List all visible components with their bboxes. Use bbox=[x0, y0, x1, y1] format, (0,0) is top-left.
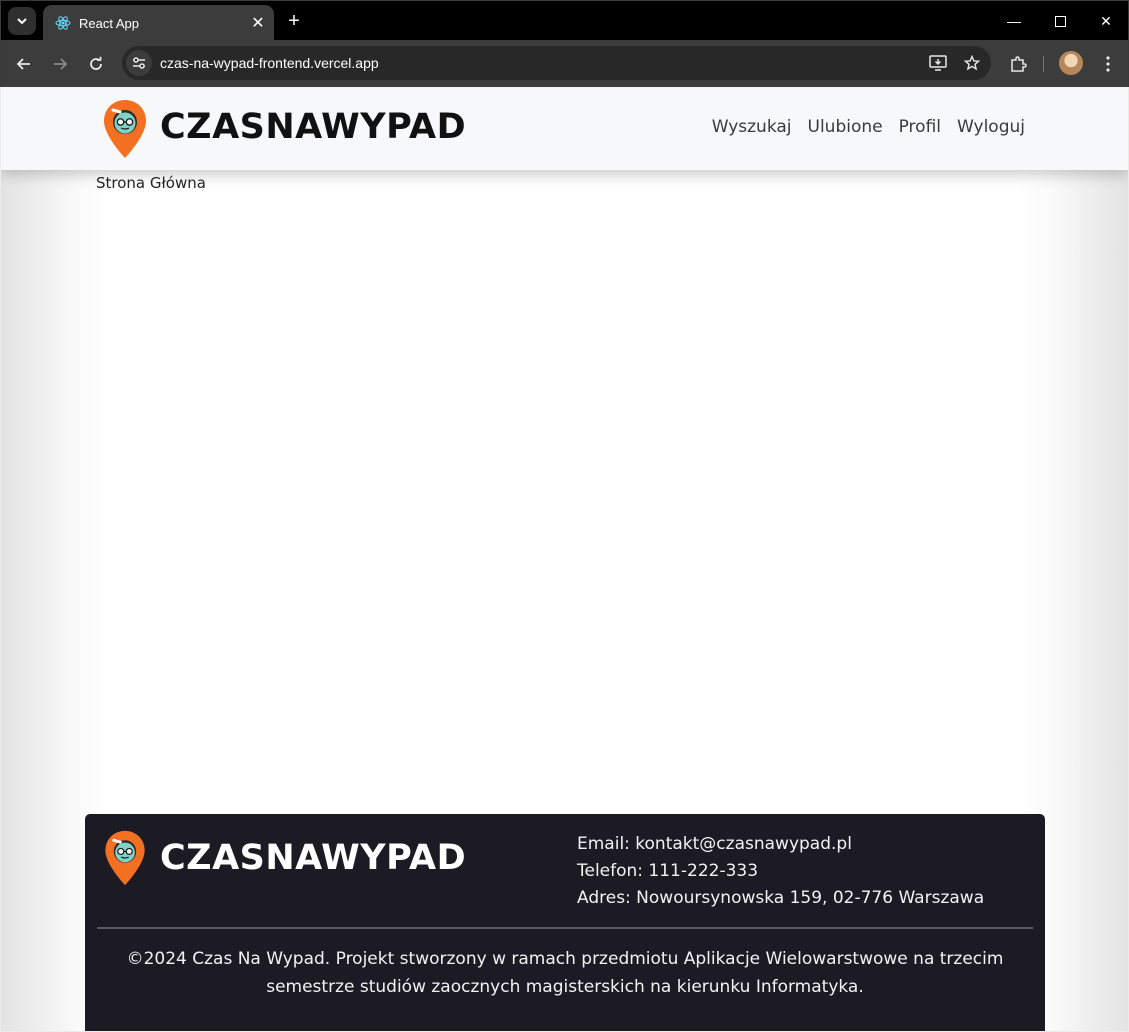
react-icon bbox=[55, 16, 71, 30]
install-icon bbox=[929, 55, 947, 71]
tab-search-button[interactable] bbox=[8, 7, 36, 35]
nav-link-profile[interactable]: Profil bbox=[899, 115, 941, 139]
back-button[interactable] bbox=[10, 50, 38, 78]
reload-button[interactable] bbox=[82, 50, 110, 78]
nav-link-search[interactable]: Wyszukaj bbox=[712, 115, 792, 139]
brand-name[interactable]: CZASNAWYPAD bbox=[160, 105, 466, 149]
minimize-button[interactable]: — bbox=[991, 1, 1037, 41]
chevron-down-icon bbox=[17, 18, 27, 25]
nav-link-logout[interactable]: Wyloguj bbox=[957, 115, 1025, 139]
bookmark-button[interactable] bbox=[957, 48, 987, 78]
site-info-button[interactable] bbox=[126, 50, 152, 76]
star-icon bbox=[964, 55, 980, 71]
tab-close-icon[interactable]: ✕ bbox=[246, 13, 270, 33]
url-text: czas-na-wypad-frontend.vercel.app bbox=[160, 55, 379, 71]
site-header: CZASNAWYPAD Wyszukaj Ulubione Profil Wyl… bbox=[1, 87, 1128, 170]
footer-divider bbox=[97, 927, 1033, 929]
maximize-icon bbox=[1054, 15, 1066, 27]
browser-toolbar: czas-na-wypad-frontend.vercel.app bbox=[0, 40, 1129, 87]
more-vertical-icon bbox=[1106, 56, 1110, 72]
nav-link-favorites[interactable]: Ulubione bbox=[808, 115, 883, 139]
profile-avatar[interactable] bbox=[1059, 51, 1083, 75]
page-viewport: CZASNAWYPAD Wyszukaj Ulubione Profil Wyl… bbox=[1, 87, 1128, 1031]
puzzle-icon bbox=[1011, 56, 1027, 72]
maximize-button[interactable] bbox=[1037, 1, 1083, 41]
arrow-left-icon bbox=[16, 58, 30, 70]
footer-address: Adres: Nowoursynowska 159, 02-776 Warsza… bbox=[577, 888, 985, 908]
browser-tab[interactable]: React App ✕ bbox=[43, 5, 274, 41]
footer-logo-pin-icon bbox=[105, 830, 145, 886]
browser-titlebar: React App ✕ + — ✕ bbox=[0, 0, 1129, 41]
forward-button[interactable] bbox=[46, 50, 74, 78]
address-bar[interactable]: czas-na-wypad-frontend.vercel.app bbox=[122, 46, 991, 80]
footer-email: Email: kontakt@czasnawypad.pl bbox=[577, 834, 852, 854]
footer-contact: Email: kontakt@czasnawypad.pl Telefon: 1… bbox=[577, 831, 984, 912]
browser-menu-button[interactable] bbox=[1094, 50, 1122, 78]
extensions-button[interactable] bbox=[1004, 50, 1032, 78]
site-footer: CZASNAWYPAD Email: kontakt@czasnawypad.p… bbox=[85, 814, 1045, 1031]
close-window-button[interactable]: ✕ bbox=[1083, 1, 1129, 41]
reload-icon bbox=[90, 56, 102, 70]
page-title: Strona Główna bbox=[96, 174, 206, 192]
toolbar-divider bbox=[1043, 56, 1044, 72]
footer-brand-name: CZASNAWYPAD bbox=[160, 838, 467, 878]
new-tab-button[interactable]: + bbox=[282, 9, 306, 33]
main-nav: Wyszukaj Ulubione Profil Wyloguj bbox=[712, 115, 1025, 139]
arrow-right-icon bbox=[54, 58, 68, 70]
tune-icon bbox=[133, 57, 145, 69]
install-app-button[interactable] bbox=[923, 48, 953, 78]
footer-phone: Telefon: 111-222-333 bbox=[577, 861, 759, 881]
tab-title: React App bbox=[79, 15, 139, 31]
footer-copyright: ©2024 Czas Na Wypad. Projekt stworzony w… bbox=[126, 949, 1004, 997]
logo-pin-icon[interactable] bbox=[102, 98, 148, 160]
